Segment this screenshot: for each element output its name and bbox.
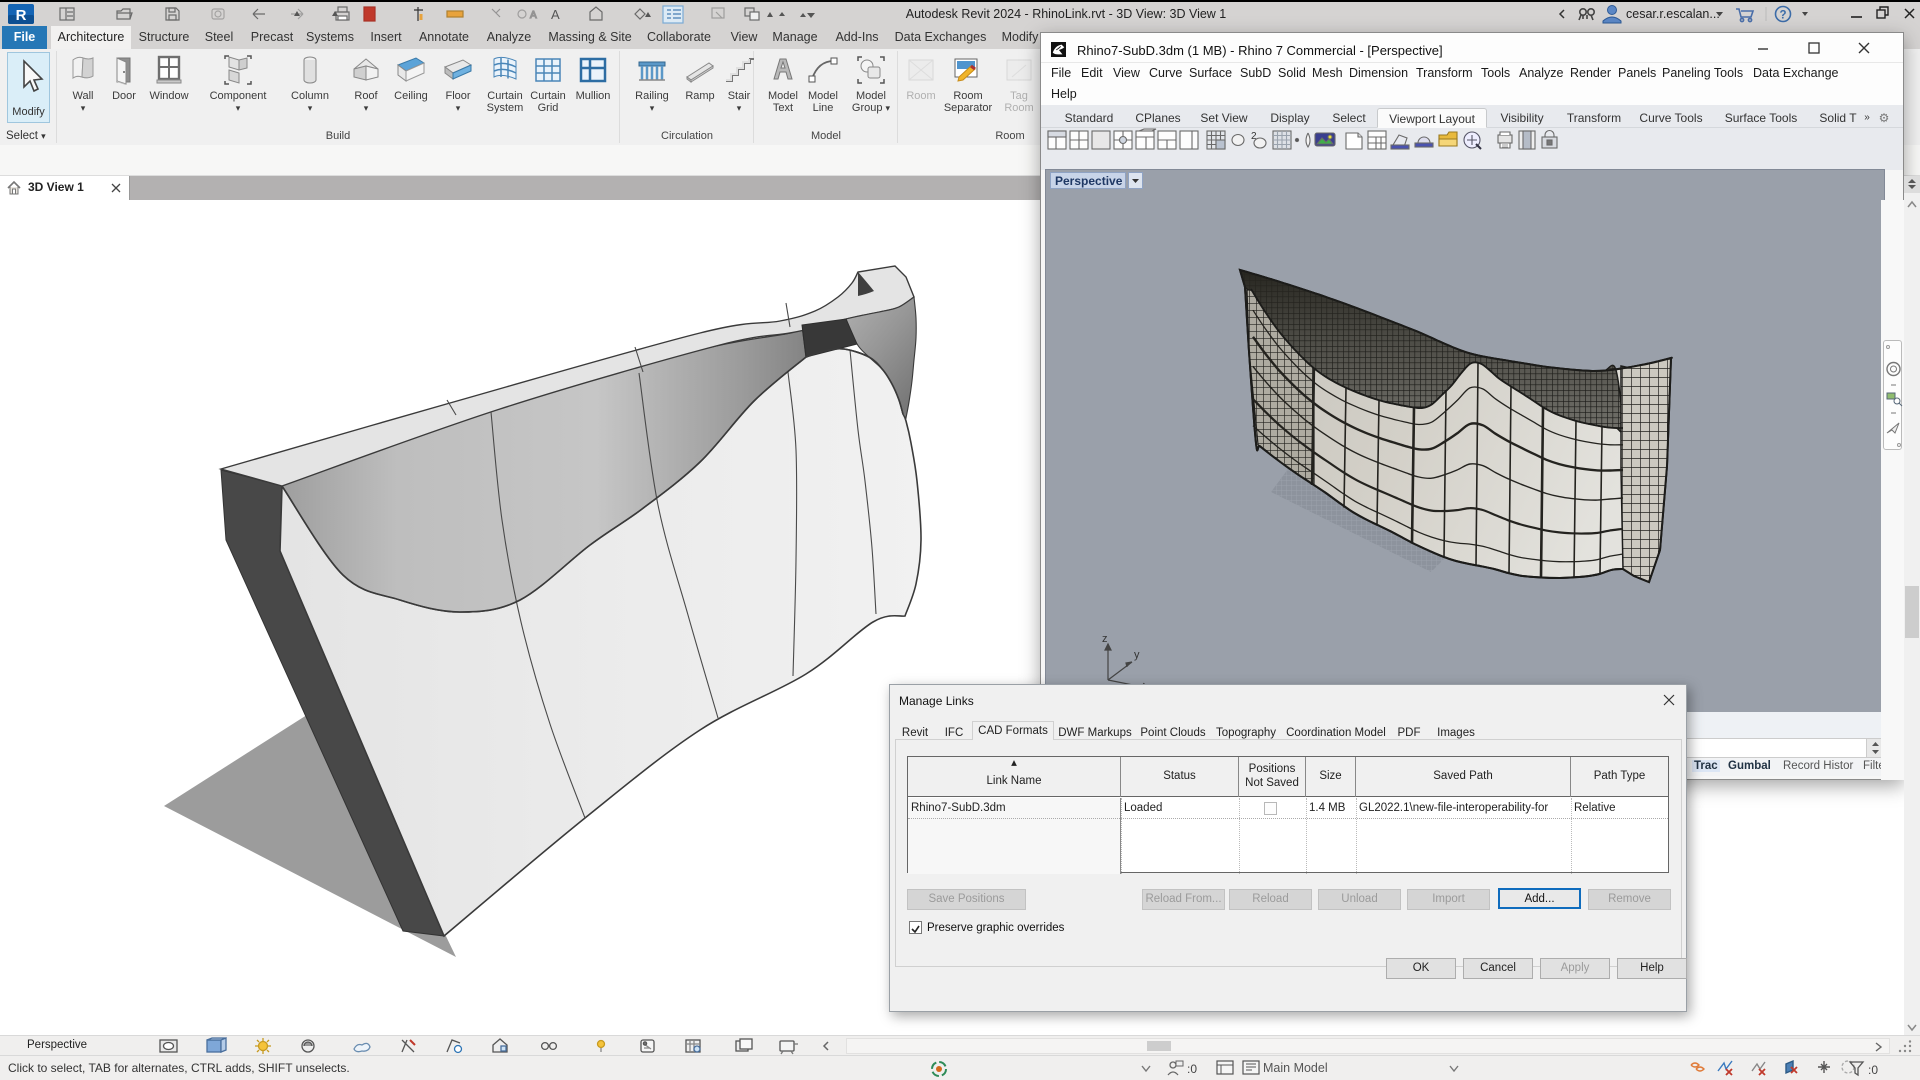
svg-text:R: R <box>16 7 27 24</box>
svg-text:A: A <box>551 7 560 22</box>
svg-text:?: ? <box>1779 10 1786 22</box>
svg-text::0: :0 <box>1868 1063 1878 1077</box>
svg-text:cesar.r.escalan...: cesar.r.escalan... <box>1626 7 1720 21</box>
svg-text:z: z <box>1102 633 1108 645</box>
svg-text::0: :0 <box>1187 1062 1197 1076</box>
svg-text:A: A <box>530 10 537 21</box>
svg-text:y: y <box>1134 649 1140 661</box>
